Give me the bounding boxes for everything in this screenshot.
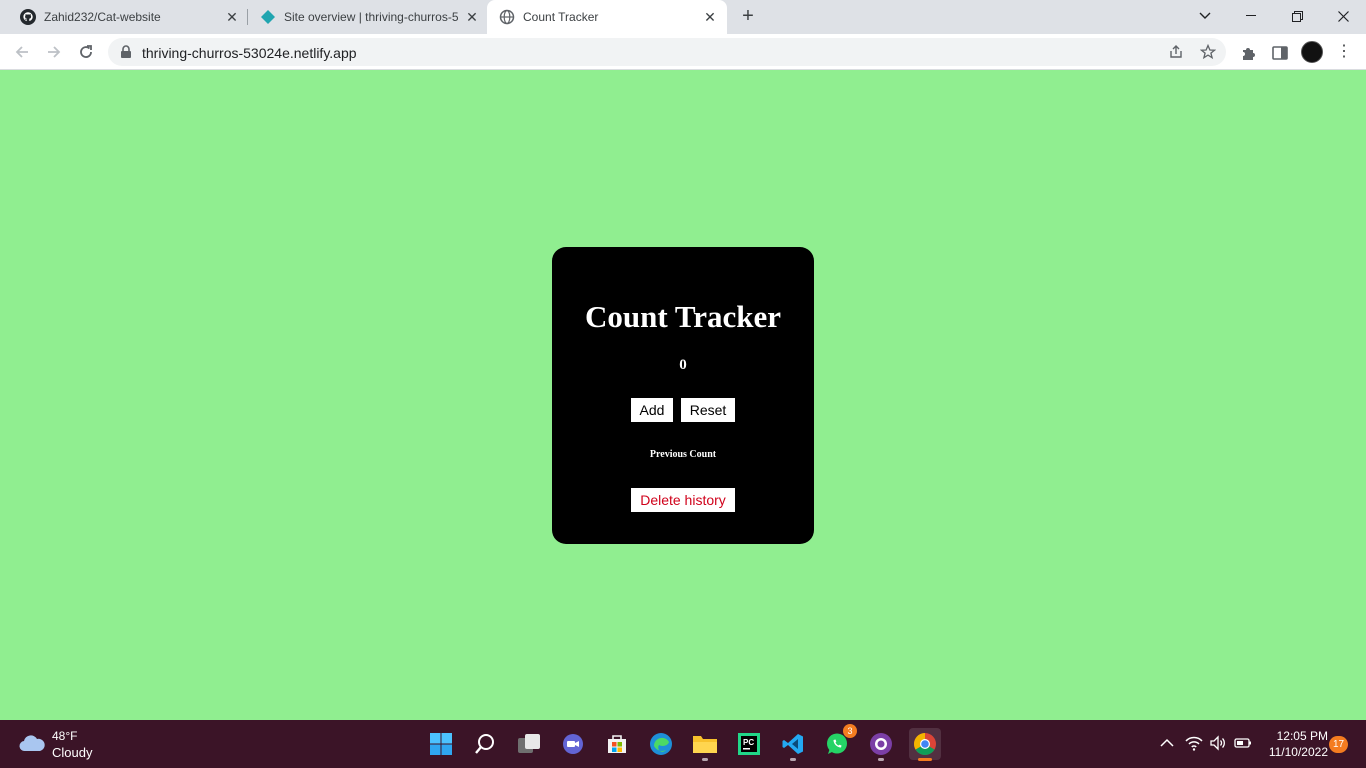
active-indicator: [918, 758, 932, 761]
folder-icon: [693, 736, 717, 753]
tab-search-button[interactable]: [1182, 0, 1228, 32]
search-icon: [475, 734, 494, 754]
windows-logo-icon: [430, 733, 452, 755]
lock-icon: [121, 45, 131, 58]
notification-badge: 3: [843, 724, 857, 738]
tab-title: Site overview | thriving-churros-5: [284, 10, 459, 24]
chrome-button[interactable]: [909, 728, 941, 761]
previous-count-label: Previous Count: [649, 449, 717, 460]
add-button[interactable]: Add: [631, 398, 673, 422]
weather-condition[interactable]: Cloudy: [52, 745, 92, 760]
task-view-icon: [518, 734, 540, 753]
star-icon[interactable]: [1200, 44, 1216, 60]
github-desktop-icon: [870, 733, 892, 755]
running-indicator: [790, 758, 796, 761]
tab-title: Zahid232/Cat-website: [44, 10, 161, 24]
volume-icon[interactable]: [1209, 734, 1227, 752]
page-viewport: Count Tracker 0 Add Reset Previous Count…: [0, 71, 1366, 720]
svg-text:PC: PC: [743, 738, 754, 747]
address-bar[interactable]: thriving-churros-53024e.netlify.app: [108, 38, 1226, 66]
chrome-icon: [914, 733, 936, 755]
delete-history-button[interactable]: Delete history: [631, 488, 735, 512]
forward-button[interactable]: [42, 40, 66, 64]
count-tracker-card: Count Tracker 0 Add Reset Previous Count…: [552, 247, 814, 544]
clock-time: 12:05 PM: [1276, 729, 1328, 743]
tab-strip: Zahid232/Cat-website ✕ Site overview | t…: [0, 0, 1366, 34]
clock-date: 11/10/2022: [1268, 745, 1328, 759]
reload-icon: [80, 45, 92, 58]
edge-button[interactable]: [645, 728, 677, 760]
task-view-button[interactable]: [513, 728, 545, 760]
close-icon[interactable]: ✕: [224, 9, 240, 25]
browser-toolbar: thriving-churros-53024e.netlify.app ⋮: [0, 34, 1366, 70]
netlify-icon: [261, 10, 275, 24]
globe-icon: [499, 9, 515, 25]
tab-github[interactable]: Zahid232/Cat-website ✕: [8, 0, 246, 34]
teams-chat-button[interactable]: [557, 728, 589, 760]
restore-icon: [1291, 10, 1303, 22]
cloud-icon[interactable]: [18, 733, 46, 753]
page-title: Count Tracker: [584, 299, 782, 334]
wifi-icon[interactable]: [1185, 734, 1203, 752]
github-icon: [20, 9, 36, 25]
system-clock[interactable]: 12:05 PM 11/10/2022: [1258, 728, 1328, 760]
running-indicator: [702, 758, 708, 761]
reset-button[interactable]: Reset: [681, 398, 735, 422]
tab-netlify[interactable]: Site overview | thriving-churros-5 ✕: [248, 0, 486, 34]
vscode-button[interactable]: [777, 728, 809, 761]
url-text[interactable]: thriving-churros-53024e.netlify.app: [142, 45, 357, 61]
arrow-left-icon: [15, 46, 28, 58]
start-button[interactable]: [425, 728, 457, 760]
chat-icon: [563, 734, 583, 754]
restore-button[interactable]: [1274, 0, 1320, 32]
share-icon[interactable]: [1168, 44, 1184, 60]
back-button[interactable]: [10, 40, 34, 64]
arrow-right-icon: [48, 46, 61, 58]
battery-icon[interactable]: [1234, 734, 1252, 752]
close-window-button[interactable]: [1320, 0, 1366, 32]
whatsapp-button[interactable]: 3: [821, 724, 857, 760]
vscode-icon: [782, 734, 803, 754]
close-icon[interactable]: ✕: [702, 9, 718, 25]
close-icon: [1337, 10, 1349, 22]
running-indicator: [878, 758, 884, 761]
tab-count-tracker[interactable]: Count Tracker ✕: [487, 0, 727, 34]
edge-icon: [650, 733, 672, 755]
new-tab-button[interactable]: +: [736, 5, 760, 29]
count-value: 0: [679, 357, 687, 373]
notification-count-badge[interactable]: 17: [1329, 736, 1348, 753]
microsoft-store-button[interactable]: [601, 728, 633, 760]
weather-temperature[interactable]: 48°F: [52, 729, 77, 743]
store-icon: [608, 735, 626, 753]
github-desktop-button[interactable]: [865, 728, 897, 761]
minimize-button[interactable]: [1228, 0, 1274, 32]
chevron-down-icon: [1199, 12, 1211, 19]
chrome-menu-icon[interactable]: ⋮: [1336, 42, 1352, 62]
side-panel-icon[interactable]: [1271, 44, 1289, 62]
chevron-up-icon[interactable]: [1158, 734, 1176, 752]
profile-avatar[interactable]: [1301, 41, 1323, 63]
extensions-icon[interactable]: [1239, 44, 1257, 62]
reload-button[interactable]: [74, 40, 98, 64]
windows-taskbar: 48°F Cloudy PC 3 12:05 PM 11/10/2022 17: [0, 720, 1366, 768]
close-icon[interactable]: ✕: [464, 9, 480, 25]
file-explorer-button[interactable]: [689, 728, 721, 761]
tab-title: Count Tracker: [523, 10, 599, 24]
pycharm-button[interactable]: PC: [733, 728, 765, 760]
pycharm-icon: PC: [738, 733, 760, 755]
search-button[interactable]: [469, 728, 501, 760]
minimize-icon: [1246, 15, 1256, 16]
